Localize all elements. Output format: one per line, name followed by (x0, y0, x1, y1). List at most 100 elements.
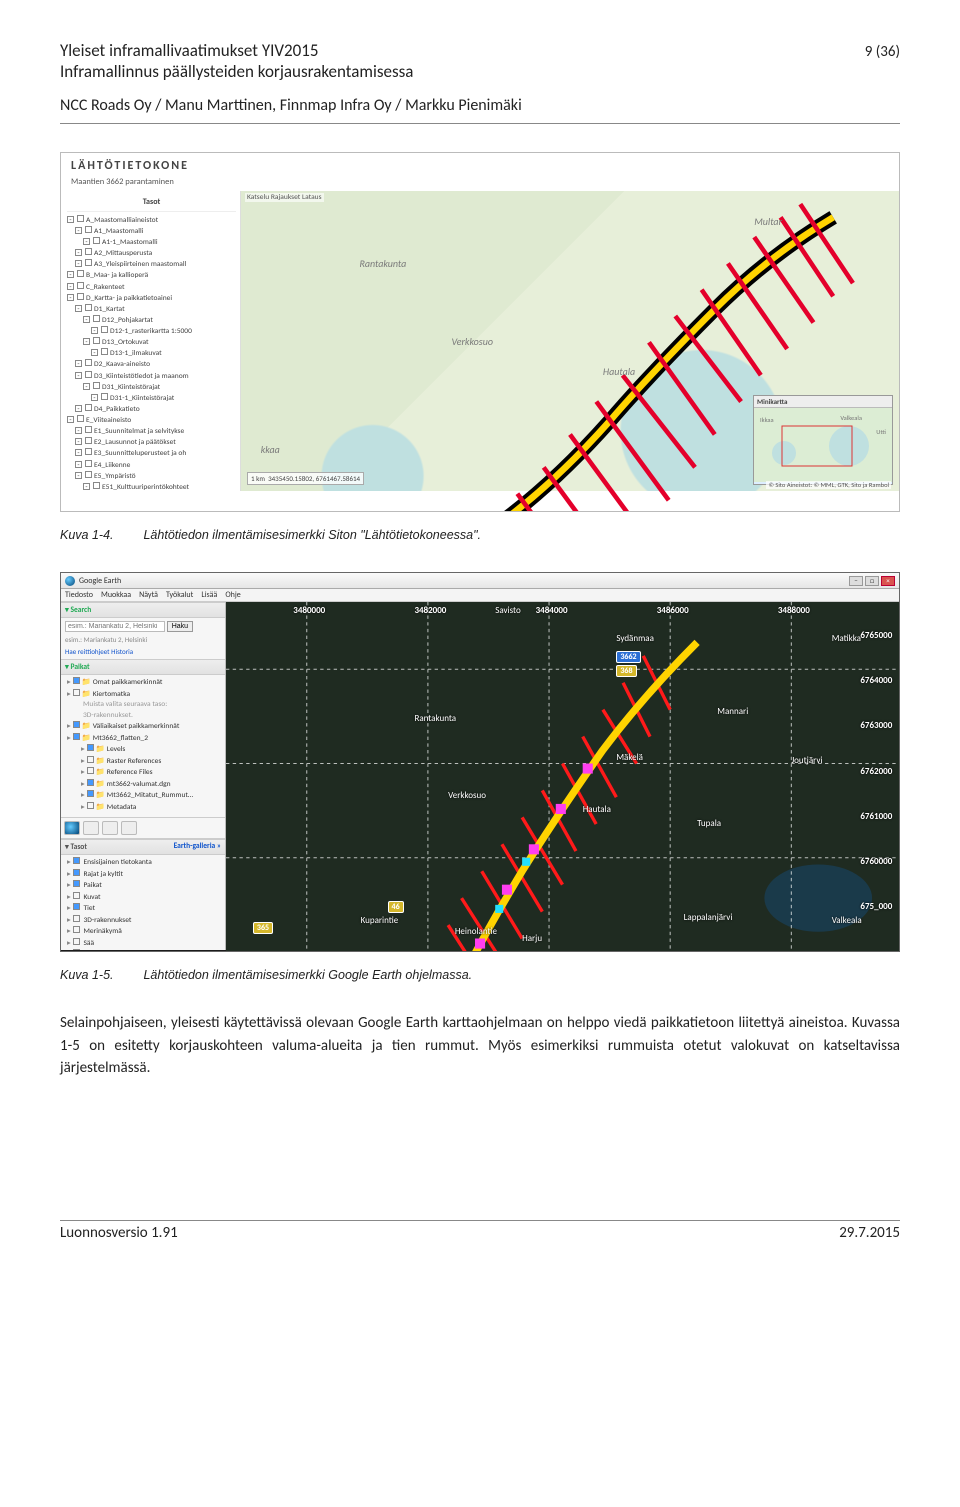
earth-place-label: Rantakunta (414, 713, 456, 724)
layer-tree-panel[interactable]: Tasot -A_Maastomalliaineistot-A1_Maastom… (61, 191, 241, 491)
layer-item[interactable]: ▸ Merinäkymä (67, 926, 221, 938)
y-coord-label: 6761000 (860, 811, 892, 822)
close-button[interactable]: × (881, 576, 895, 586)
y-coord-label: 6764000 (860, 675, 892, 686)
tree-node[interactable]: -D31-1_Kiinteistörajat (67, 393, 236, 404)
minimap[interactable]: Minikartta Ikkaa Valkeala Utti (753, 395, 893, 485)
menu-bar[interactable]: Tiedosto Muokkaa Näytä Työkalut Lisää Ohje (61, 589, 899, 602)
tree-node[interactable]: -D12_Pohjakartat (67, 315, 236, 326)
tree-node[interactable]: -D4_Paikkatieto (67, 404, 236, 415)
places-panel-header[interactable]: ▾ Paikat (61, 659, 225, 675)
places-item[interactable]: ▸📁 mt3662-valumat.dgn (67, 779, 221, 791)
footer-date: 29.7.2015 (839, 1224, 900, 1242)
tree-node[interactable]: -D31_Kiinteistörajat (67, 382, 236, 393)
places-item[interactable]: ▸📁 Metadata (67, 802, 221, 814)
tree-node[interactable]: -E4_Liikenne (67, 460, 236, 471)
y-coord-label: 6762000 (860, 766, 892, 777)
tree-node[interactable]: -A2_Mittausperusta (67, 248, 236, 259)
earth-place-label: Harju (522, 933, 542, 944)
layer-item[interactable]: ▸ 3D-rakennukset (67, 915, 221, 927)
tree-node[interactable]: -A3_Yleispiirteinen maastomall (67, 259, 236, 270)
layers-panel-header[interactable]: ▾ Tasot Earth-galleria » (61, 839, 225, 855)
tree-node[interactable]: -E5_Ympäristö (67, 471, 236, 482)
tree-node[interactable]: -A_Maastomalliaineistot (67, 215, 236, 226)
tree-node[interactable]: -A1_Maastomalli (67, 226, 236, 237)
map-place-label: Hautala (603, 365, 635, 378)
toolbar-button[interactable] (121, 821, 137, 835)
minimap-place: Valkeala (840, 414, 862, 422)
toolbar-button[interactable] (83, 821, 99, 835)
road-badge: 365 (253, 922, 273, 934)
search-input[interactable] (65, 621, 165, 632)
places-item[interactable]: ▸📁 Mt3662_Mitatut_Rummut… (67, 790, 221, 802)
map-viewport[interactable]: Katselu Rajaukset Lataus MultarRantakunt… (241, 191, 899, 491)
figure-1-caption: Kuva 1-4. Lähtötiedon ilmentämisesimerkk… (60, 528, 900, 542)
earth-place-label: Heinolantie (455, 926, 497, 937)
tree-node[interactable]: -D13-1_ilmakuvat (67, 348, 236, 359)
tree-node[interactable]: -B_Maa- ja kallioperä (67, 270, 236, 281)
search-button[interactable]: Haku (167, 621, 193, 632)
tree-node[interactable]: -E1_Suunnitelmat ja selvitykse (67, 426, 236, 437)
minimize-button[interactable]: – (849, 576, 863, 586)
y-coord-label: 675_000 (860, 901, 892, 912)
tree-node[interactable]: -D1_Kartat (67, 304, 236, 315)
tree-node[interactable]: -D12-1_rasterikartta 1:5000 (67, 326, 236, 337)
tree-node[interactable]: -D_Kartta- ja paikkatietoainei (67, 293, 236, 304)
search-panel-header[interactable]: ▾ Search (61, 602, 225, 618)
side-panel[interactable]: ▾ Search Haku esim.: Mariankatu 2, Helsi… (61, 602, 226, 950)
minimap-canvas (754, 408, 892, 482)
maximize-button[interactable]: □ (865, 576, 879, 586)
menu-item[interactable]: Näytä (139, 590, 158, 600)
menu-item[interactable]: Tiedosto (65, 590, 93, 600)
layer-item[interactable]: ▸ Kuvat (67, 892, 221, 904)
places-item[interactable]: ▸📁 Mt3662_flatten_2 (67, 733, 221, 745)
places-item: Muista valita seuraava taso: (67, 700, 221, 711)
menu-item[interactable]: Muokkaa (101, 590, 131, 600)
search-links[interactable]: Hae reittiohjeet Historia (61, 647, 225, 659)
tree-node[interactable]: -E_Viiteaineisto (67, 415, 236, 426)
layer-item[interactable]: ▸ Paikat (67, 880, 221, 892)
figure-2-caption: Kuva 1-5. Lähtötiedon ilmentämisesimerkk… (60, 968, 900, 982)
earth-overlay (226, 602, 899, 952)
toolbar-button[interactable] (102, 821, 118, 835)
places-item[interactable]: ▸📁 Kiertomatka (67, 689, 221, 701)
earth-icon[interactable] (64, 821, 80, 835)
layer-item[interactable]: ▸ Rajat ja kyltit (67, 869, 221, 881)
earth-place-label: Joutjärvi (791, 755, 822, 766)
doc-subtitle: Inframallinnus päällysteiden korjausrake… (60, 61, 900, 82)
layer-item[interactable]: ▸ Galleria (67, 949, 221, 950)
tree-node[interactable]: -D13_Ortokuvat (67, 337, 236, 348)
tree-node[interactable]: -E3_Suunnitteluperusteet ja oh (67, 448, 236, 459)
tree-node[interactable]: -E2_Lausunnot ja päätökset (67, 437, 236, 448)
layer-item[interactable]: ▸ Sää (67, 938, 221, 950)
tree-node[interactable]: -D2_Kaava-aineisto (67, 359, 236, 370)
layer-item[interactable]: ▸ Tiet (67, 903, 221, 915)
places-item[interactable]: ▸📁 Väliaikaiset paikkamerkinnät (67, 721, 221, 733)
menu-item[interactable]: Työkalut (166, 590, 193, 600)
places-toolbar[interactable] (61, 817, 225, 839)
places-item[interactable]: ▸📁 Levels (67, 744, 221, 756)
tree-node[interactable]: -E51_Kulttuuriperintökohteet (67, 482, 236, 491)
tree-node[interactable]: -C_Rakenteet (67, 282, 236, 293)
earth-place-label: Mäkelä (616, 752, 643, 763)
tree-node[interactable]: -A1-1_Maastomalli (67, 237, 236, 248)
page-number: 9 (36) (865, 43, 900, 61)
tree-node[interactable]: -D3_Kiinteistötiedot ja maanom (67, 371, 236, 382)
search-hint: esim.: Mariankatu 2, Helsinki (61, 635, 225, 647)
figure-2-google-earth-screenshot: Google Earth – □ × TiedostoMuokkaaNäytäT… (60, 572, 900, 952)
places-item[interactable]: ▸📁 Raster References (67, 756, 221, 768)
earth-place-label: Valkeala (832, 915, 862, 926)
map-cursor-coords: 3435450.15802, 6761467.58614 (268, 474, 360, 483)
menu-item[interactable]: Lisää (201, 590, 217, 600)
map-place-label: kkaa (261, 443, 280, 456)
places-item[interactable]: ▸📁 Omat paikkamerkinnät (67, 677, 221, 689)
map-place-label: Multar (754, 215, 782, 228)
body-paragraph: Selainpohjaiseen, yleisesti käytettäviss… (60, 1012, 900, 1080)
places-item[interactable]: ▸📁 Reference Files (67, 767, 221, 779)
layer-item[interactable]: ▸ Ensisijainen tietokanta (67, 857, 221, 869)
road-badge: 46 (388, 901, 404, 913)
menu-item[interactable]: Ohje (225, 590, 240, 600)
earth-viewport[interactable]: Kirjaudu sisään (226, 602, 899, 950)
earth-gallery-link[interactable]: Earth-galleria » (174, 842, 221, 851)
earth-place-label: Mannari (717, 706, 748, 717)
